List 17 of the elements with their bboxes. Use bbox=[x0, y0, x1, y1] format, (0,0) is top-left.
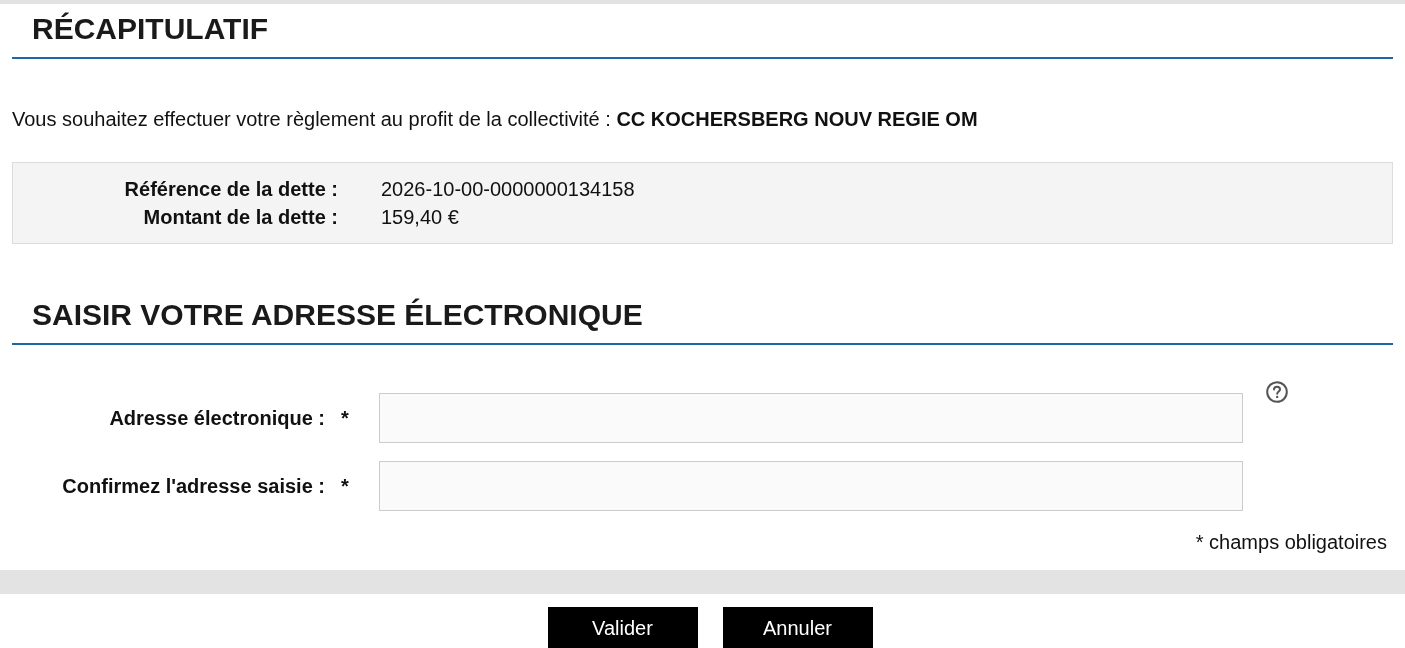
email-input[interactable] bbox=[379, 393, 1243, 443]
required-asterisk: * bbox=[341, 475, 349, 497]
field-label: Adresse électronique : bbox=[109, 406, 325, 431]
email-input[interactable] bbox=[379, 461, 1243, 511]
required-fields-note: * champs obligatoires bbox=[1195, 530, 1387, 555]
field-label: Confirmez l'adresse saisie : bbox=[62, 474, 325, 499]
action-button[interactable]: Annuler bbox=[722, 607, 873, 648]
detail-value: 2026-10-00-0000000134158 bbox=[381, 177, 635, 202]
required-asterisk: * bbox=[341, 407, 349, 429]
help-icon[interactable] bbox=[1266, 381, 1288, 403]
section-heading: RÉCAPITULATIF bbox=[32, 13, 269, 45]
section-heading: SAISIR VOTRE ADRESSE ÉLECTRONIQUE bbox=[32, 299, 643, 331]
action-button[interactable]: Valider bbox=[547, 607, 698, 648]
detail-value: 159,40 € bbox=[381, 205, 459, 230]
detail-label: Montant de la dette : bbox=[143, 205, 338, 230]
detail-label: Référence de la dette : bbox=[124, 177, 338, 202]
intro-text: Vous souhaitez effectuer votre règlement au profit de la collectivité : CC KOCHERSBERG NOUV REGIE OM bbox=[12, 107, 978, 131]
